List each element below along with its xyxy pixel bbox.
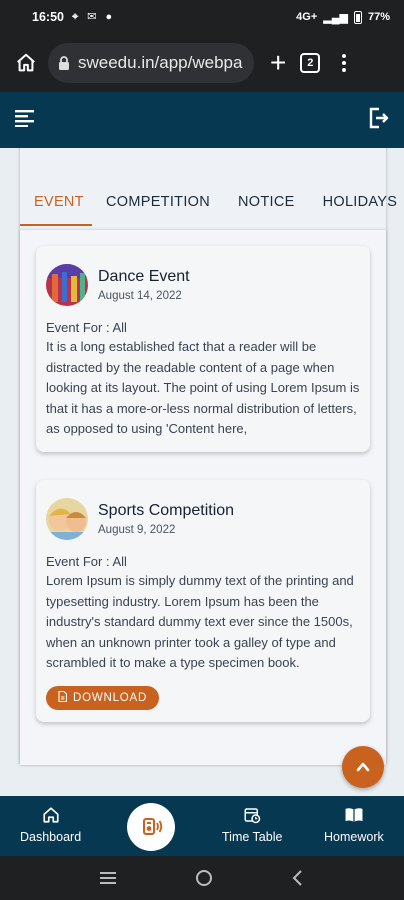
event-list: Dance Event August 14, 2022 Event For : … bbox=[20, 230, 386, 765]
speaker-icon bbox=[143, 818, 163, 835]
nav-time-table-label: Time Table bbox=[222, 830, 283, 844]
bottom-navigation: Dashboard Time Table Homework bbox=[0, 796, 404, 856]
logout-icon[interactable] bbox=[366, 106, 390, 135]
event-title: Dance Event bbox=[98, 268, 190, 285]
download-button[interactable]: DOWNLOAD bbox=[46, 685, 160, 710]
system-navigation-bar bbox=[0, 856, 404, 900]
event-card[interactable]: Dance Event August 14, 2022 Event For : … bbox=[36, 246, 370, 452]
event-audience: Event For : All bbox=[46, 554, 127, 569]
tab-event[interactable]: EVENT bbox=[20, 178, 92, 226]
status-right: 4G+ ▂▄▆ 77% bbox=[296, 10, 390, 24]
card-header: Sports Competition August 9, 2022 bbox=[46, 498, 360, 540]
nav-dashboard-label: Dashboard bbox=[20, 830, 82, 844]
battery-icon bbox=[353, 10, 362, 24]
voice-center-button[interactable] bbox=[127, 803, 175, 851]
main-content: EVENT COMPETITION NOTICE HOLIDAYS Dance … bbox=[0, 148, 404, 796]
event-date: August 14, 2022 bbox=[98, 290, 182, 302]
nav-dashboard[interactable]: Dashboard bbox=[20, 806, 81, 844]
notification-icons: ⌖ ✉ ● bbox=[71, 11, 116, 23]
network-type: 4G+ bbox=[296, 11, 318, 23]
nav-homework-label: Homework bbox=[324, 830, 384, 844]
signal-icon: ▂▄▆ bbox=[323, 11, 348, 24]
status-time: 16:50 bbox=[32, 10, 64, 24]
tab-competition[interactable]: COMPETITION bbox=[92, 178, 224, 226]
url-bar[interactable]: sweedu.in/app/webpa bbox=[48, 43, 254, 83]
tab-holidays[interactable]: HOLIDAYS bbox=[309, 178, 404, 226]
tab-notice[interactable]: NOTICE bbox=[224, 178, 309, 226]
chevron-up-icon bbox=[356, 762, 370, 772]
home-icon[interactable] bbox=[10, 47, 42, 79]
status-bar: 16:50 ⌖ ✉ ● 4G+ ▂▄▆ 77% bbox=[0, 0, 404, 34]
tab-switcher-button[interactable]: 2 bbox=[300, 53, 321, 73]
recents-icon[interactable] bbox=[98, 870, 118, 886]
lock-icon bbox=[58, 55, 70, 71]
event-card[interactable]: Sports Competition August 9, 2022 Event … bbox=[36, 480, 370, 722]
calendar-clock-icon bbox=[244, 808, 261, 824]
url-text: sweedu.in/app/webpa bbox=[78, 53, 243, 72]
event-description: Lorem Ipsum is simply dummy text of the … bbox=[46, 573, 354, 670]
event-audience: Event For : All bbox=[46, 320, 127, 335]
nav-homework[interactable]: Homework bbox=[324, 806, 384, 844]
battery-level: 77% bbox=[367, 11, 390, 23]
card-header: Dance Event August 14, 2022 bbox=[46, 264, 360, 306]
home-icon bbox=[43, 807, 59, 823]
file-icon bbox=[58, 690, 68, 705]
book-icon bbox=[345, 808, 363, 822]
browser-toolbar: sweedu.in/app/webpa + 2 bbox=[0, 34, 404, 92]
scroll-to-top-button[interactable] bbox=[342, 746, 384, 788]
menu-icon[interactable] bbox=[14, 108, 36, 133]
category-tabs: EVENT COMPETITION NOTICE HOLIDAYS bbox=[20, 178, 404, 226]
event-thumbnail bbox=[46, 264, 88, 306]
more-menu-icon[interactable] bbox=[342, 54, 347, 72]
app-header bbox=[0, 92, 404, 148]
home-button-icon[interactable] bbox=[194, 868, 214, 888]
download-label: DOWNLOAD bbox=[73, 691, 148, 704]
event-thumbnail bbox=[46, 498, 88, 540]
event-date: August 9, 2022 bbox=[98, 524, 176, 536]
new-tab-icon[interactable]: + bbox=[270, 49, 286, 77]
back-icon[interactable] bbox=[290, 868, 306, 888]
event-description: It is a long established fact that a rea… bbox=[46, 339, 360, 436]
event-title: Sports Competition bbox=[98, 502, 235, 519]
nav-time-table[interactable]: Time Table bbox=[222, 806, 282, 844]
